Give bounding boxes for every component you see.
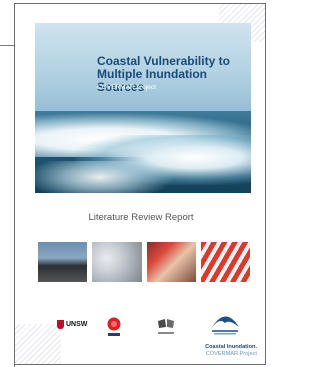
photo-rescue-team [146,242,196,282]
research-group-logo-icon [211,316,239,335]
project-name: COVERMAR project [97,84,156,91]
partner-logos: UNSW [57,314,247,340]
photo-warning-barrier [200,242,250,282]
footer-subheading: COVERMAR Project [205,351,257,357]
photo-sandbags [92,242,142,282]
wave [35,161,175,193]
photo-coastal-storm [38,242,88,282]
nsw-waratah-icon [107,317,121,336]
report-type: Literature Review Report [88,212,194,223]
decorative-hatch-bottom-left [15,324,61,364]
photo-strip [38,242,250,282]
australian-government-crest-icon [158,319,174,334]
report-cover: Coastal Vulnerability to Multiple Inunda… [14,3,266,365]
hero-image [35,23,251,193]
unsw-logo: UNSW [57,320,87,329]
unsw-logo-text: UNSW [66,321,88,328]
unsw-crest-icon [57,320,64,329]
footer-heading: Coastal Inundation. [205,344,257,350]
